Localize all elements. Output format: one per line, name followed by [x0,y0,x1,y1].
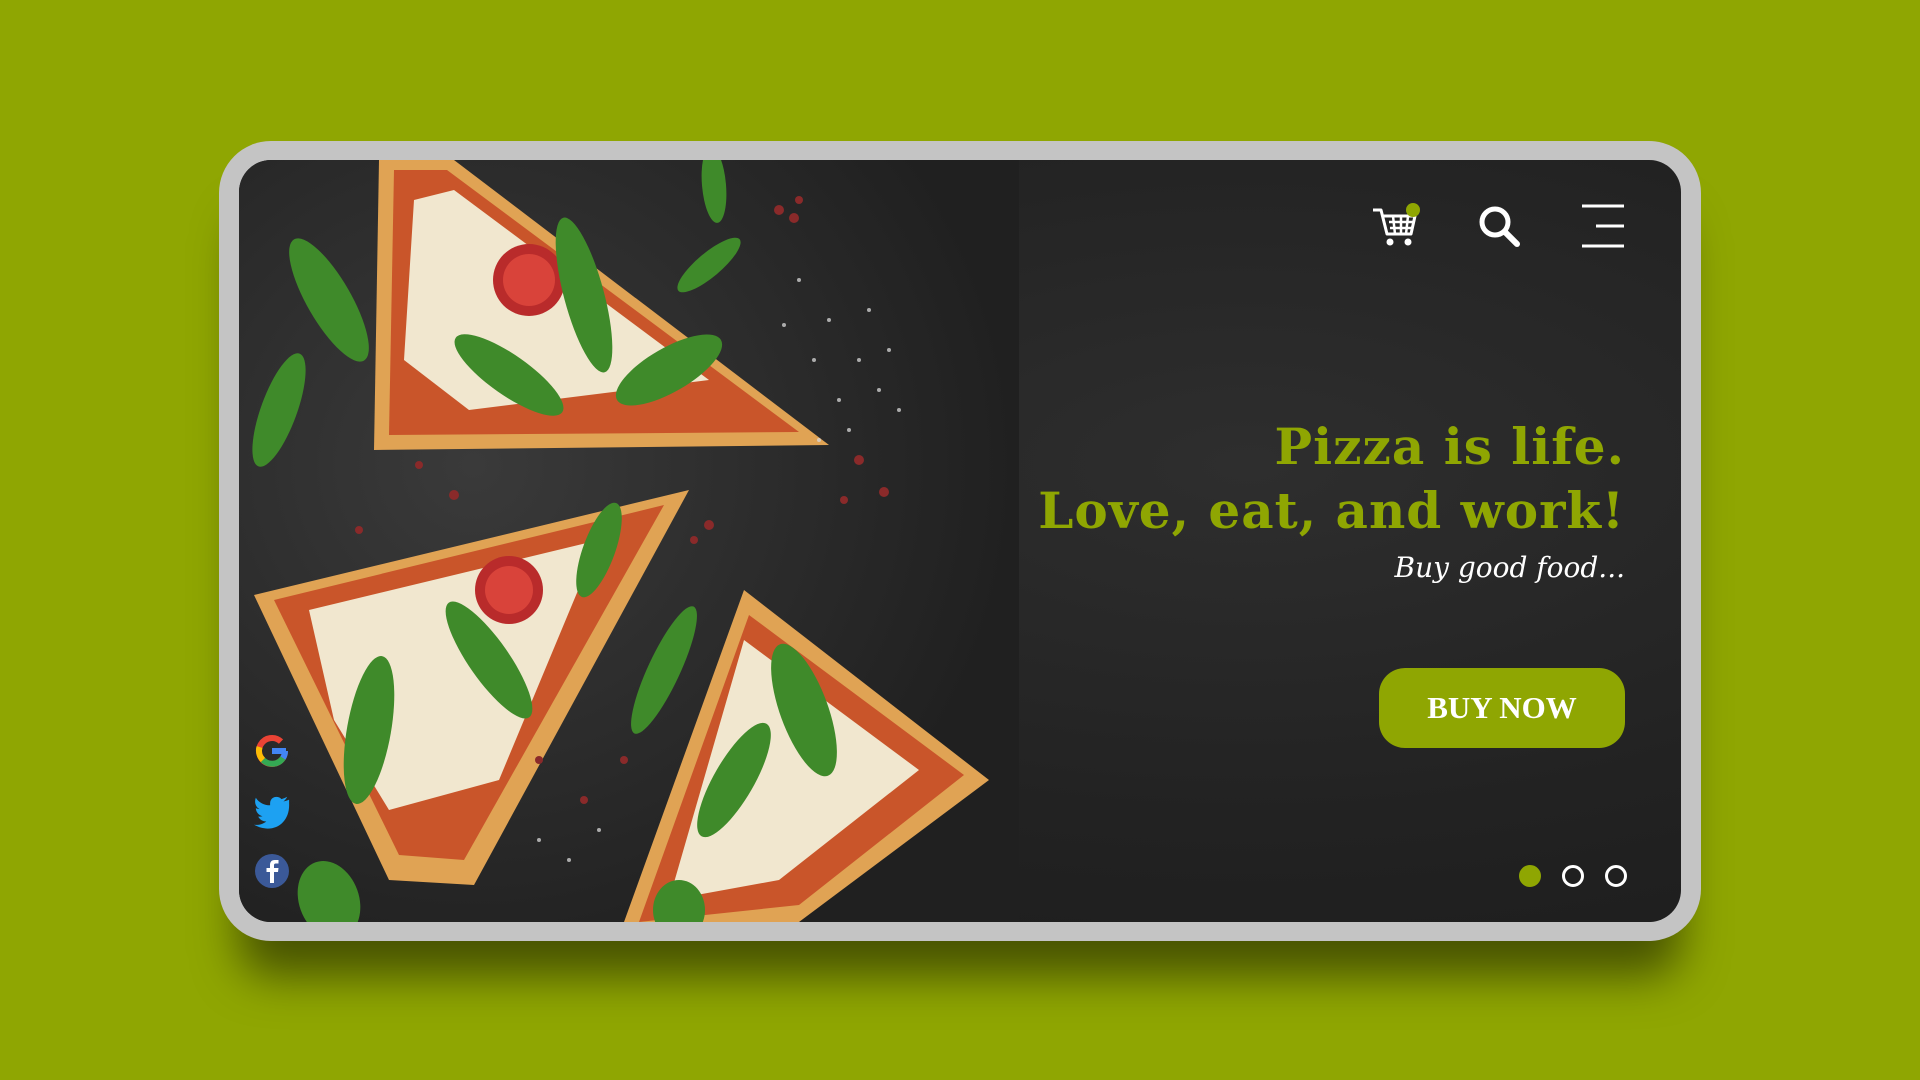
menu-icon[interactable] [1575,198,1631,254]
carousel-dot-1[interactable] [1519,865,1541,887]
facebook-icon[interactable] [253,852,291,890]
hero-title-line1: Pizza is life. [1274,417,1625,476]
carousel-dot-3[interactable] [1605,865,1627,887]
pizza-photo [239,160,1019,922]
top-nav [1367,198,1631,254]
hero-banner: Pizza is life. Love, eat, and work! Buy … [239,160,1681,922]
device-frame: Pizza is life. Love, eat, and work! Buy … [219,141,1701,941]
social-links [253,732,291,890]
buy-now-button[interactable]: BUY NOW [1379,668,1625,748]
search-icon[interactable] [1471,198,1527,254]
twitter-icon[interactable] [253,792,291,830]
cart-icon[interactable] [1367,198,1423,254]
hero-title-line2: Love, eat, and work! [1038,481,1625,540]
carousel-dot-2[interactable] [1562,865,1584,887]
carousel-indicators [1519,865,1627,887]
cart-badge [1406,203,1420,217]
hero-subtitle: Buy good food... [1394,551,1626,584]
hero-title: Pizza is life. Love, eat, and work! [1038,415,1625,543]
hero-text: Pizza is life. Love, eat, and work! Buy … [1038,415,1625,584]
google-icon[interactable] [253,732,291,770]
